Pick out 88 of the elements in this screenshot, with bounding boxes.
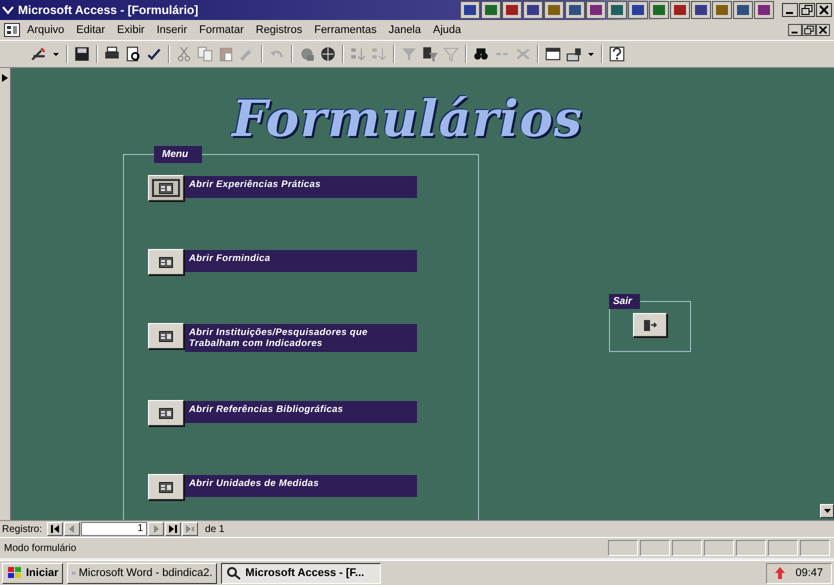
open-form-button[interactable] bbox=[148, 400, 184, 426]
status-panel bbox=[768, 540, 798, 556]
close-icon[interactable] bbox=[816, 24, 830, 36]
arrow-up-icon[interactable] bbox=[775, 567, 786, 579]
menu-item[interactable]: Janela bbox=[384, 22, 426, 38]
help-icon[interactable] bbox=[608, 45, 626, 63]
window-title: Microsoft Access - [Formulário] bbox=[18, 3, 200, 17]
button-caption: Abrir Instituições/Pesquisadores que Trabalham com Indicadores bbox=[185, 324, 417, 352]
door-arrow-icon bbox=[643, 318, 657, 332]
open-form-button[interactable] bbox=[148, 249, 184, 275]
skip-back-icon bbox=[50, 525, 60, 533]
app-icon[interactable] bbox=[2, 4, 14, 16]
record-label: Registro: bbox=[2, 524, 42, 534]
last-record-button[interactable] bbox=[165, 522, 182, 536]
menu-item[interactable]: Exibir bbox=[112, 22, 150, 38]
menu-item[interactable]: Arquivo bbox=[22, 22, 70, 38]
menu-item[interactable]: Ferramentas bbox=[309, 22, 382, 38]
menu-item[interactable]: Registros bbox=[250, 22, 308, 38]
frame-label: Sair bbox=[609, 294, 640, 309]
app-shortcut-icon[interactable] bbox=[544, 1, 564, 19]
app-shortcut-icon[interactable] bbox=[628, 1, 648, 19]
app-shortcut-icon[interactable] bbox=[586, 1, 606, 19]
form-icon bbox=[159, 330, 173, 342]
app-shortcut-icon[interactable] bbox=[733, 1, 753, 19]
button-caption: Abrir Referências Bibliográficas bbox=[185, 401, 417, 423]
app-shortcut-icon[interactable] bbox=[502, 1, 522, 19]
open-form-button[interactable] bbox=[148, 175, 184, 201]
app-shortcut-icon[interactable] bbox=[754, 1, 774, 19]
app-shortcut-icon[interactable] bbox=[460, 1, 480, 19]
triangle-right-icon bbox=[151, 525, 162, 533]
button-caption: Abrir Unidades de Medidas bbox=[185, 475, 417, 497]
frame-label: Menu bbox=[154, 146, 202, 163]
restore-icon[interactable] bbox=[802, 24, 816, 36]
form-icon bbox=[159, 482, 173, 492]
skip-forward-icon bbox=[168, 525, 178, 533]
form-filter-icon[interactable] bbox=[421, 45, 439, 63]
status-text: Modo formulário bbox=[4, 542, 78, 554]
form-icon bbox=[159, 182, 173, 194]
form-icon bbox=[159, 256, 173, 268]
record-number-field[interactable]: 1 bbox=[81, 522, 148, 536]
status-panel bbox=[640, 540, 670, 556]
app-shortcut-icon[interactable] bbox=[607, 1, 627, 19]
open-form-button[interactable] bbox=[148, 474, 184, 500]
triangle-star-icon bbox=[185, 525, 196, 533]
start-button[interactable]: Iniciar bbox=[2, 562, 64, 584]
status-panel bbox=[608, 540, 638, 556]
form-icon bbox=[159, 408, 173, 418]
open-form-button[interactable] bbox=[148, 323, 184, 349]
next-record-button[interactable] bbox=[148, 522, 164, 536]
clock: 09:47 bbox=[795, 567, 823, 579]
taskbar-button[interactable]: Microsoft Word - bdindica2. bbox=[67, 562, 218, 584]
status-panel bbox=[800, 540, 830, 556]
windows-flag-icon bbox=[7, 566, 23, 580]
ruler-pencil-icon[interactable] bbox=[30, 45, 48, 63]
record-count: de 1 bbox=[205, 524, 224, 534]
app-shortcut-icon[interactable] bbox=[481, 1, 501, 19]
menu-item[interactable]: Formatar bbox=[194, 22, 249, 38]
app-shortcut-icon[interactable] bbox=[712, 1, 732, 19]
status-panel bbox=[672, 540, 702, 556]
caret-icon bbox=[824, 509, 830, 513]
window-icon[interactable] bbox=[544, 45, 562, 63]
paste-icon[interactable] bbox=[217, 45, 235, 63]
scroll-down-button[interactable] bbox=[820, 504, 834, 518]
menu-item[interactable]: Editar bbox=[71, 22, 110, 38]
exit-button[interactable] bbox=[633, 313, 667, 337]
print-preview-icon[interactable] bbox=[124, 45, 142, 63]
status-panel bbox=[736, 540, 766, 556]
app-shortcut-icon[interactable] bbox=[670, 1, 690, 19]
restore-icon[interactable] bbox=[799, 3, 815, 17]
previous-record-button[interactable] bbox=[64, 522, 80, 536]
app-shortcut-icon[interactable] bbox=[565, 1, 585, 19]
form-icon[interactable] bbox=[4, 23, 20, 37]
new-record-button[interactable] bbox=[182, 522, 198, 536]
app-shortcut-icon[interactable] bbox=[649, 1, 669, 19]
button-caption: Abrir Experiências Práticas bbox=[185, 176, 417, 198]
button-caption: Abrir Formindica bbox=[185, 250, 417, 272]
close-icon[interactable] bbox=[816, 3, 832, 17]
app-shortcut-icon[interactable] bbox=[691, 1, 711, 19]
minimize-icon[interactable] bbox=[788, 24, 802, 36]
menu-item[interactable]: Inserir bbox=[152, 22, 192, 38]
menu-item[interactable]: Ajuda bbox=[428, 22, 466, 38]
record-pointer-icon bbox=[2, 74, 8, 82]
status-panel bbox=[704, 540, 734, 556]
form-title: Formulários bbox=[232, 90, 583, 148]
minimize-icon[interactable] bbox=[782, 3, 798, 17]
first-record-button[interactable] bbox=[47, 522, 64, 536]
app-shortcut-icon[interactable] bbox=[523, 1, 543, 19]
taskbar-button[interactable]: Microsoft Access - [F... bbox=[221, 562, 382, 584]
